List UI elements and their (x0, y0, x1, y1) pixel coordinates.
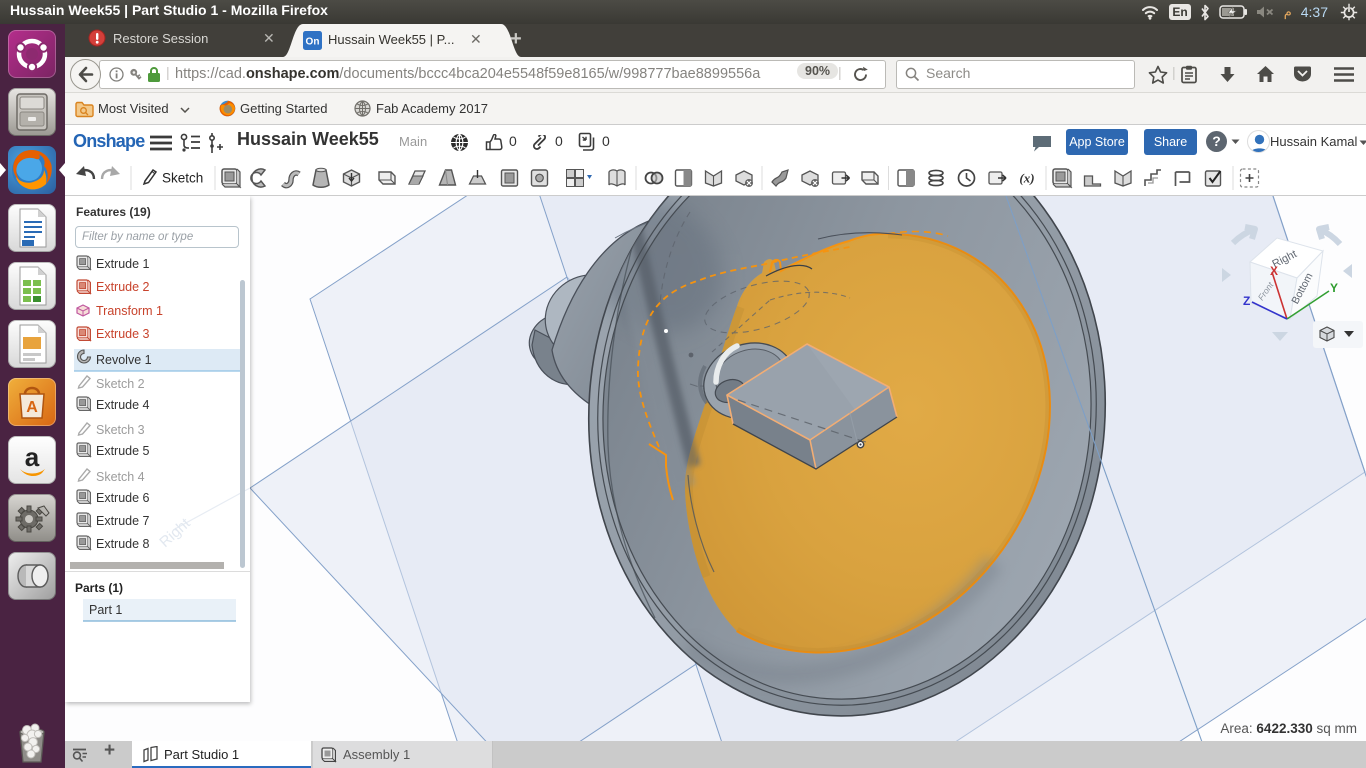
svg-text:X: X (1270, 264, 1278, 278)
svg-text:Area: 6422.330 sq mm: Area: 6422.330 sq mm (1220, 721, 1357, 736)
svg-text:a: a (25, 442, 40, 472)
svg-text:Part 1: Part 1 (89, 603, 122, 617)
svg-text:Extrude 4: Extrude 4 (96, 398, 150, 412)
svg-text:Transform 1: Transform 1 (96, 304, 163, 318)
svg-text:Right: Right (156, 514, 194, 551)
svg-text:Extrude 7: Extrude 7 (96, 514, 150, 528)
svg-text:Extrude 5: Extrude 5 (96, 444, 150, 458)
svg-text:Extrude 3: Extrude 3 (96, 327, 150, 341)
svg-text:Revolve 1: Revolve 1 (96, 353, 152, 367)
svg-text:A: A (26, 399, 38, 416)
svg-text:Z: Z (1243, 294, 1250, 308)
svg-text:On: On (306, 37, 320, 48)
svg-text:Sketch 3: Sketch 3 (96, 423, 145, 437)
svg-text:Y: Y (1330, 281, 1338, 295)
svg-text:Parts (1): Parts (1) (75, 581, 123, 595)
svg-text:Sketch 4: Sketch 4 (96, 470, 145, 484)
svg-text:Extrude 1: Extrude 1 (96, 257, 150, 271)
svg-text:Sketch 2: Sketch 2 (96, 377, 145, 391)
svg-text:Extrude 6: Extrude 6 (96, 491, 150, 505)
svg-text:Extrude 8: Extrude 8 (96, 537, 150, 551)
svg-text:Sketch: Sketch (162, 171, 203, 186)
svg-text:Extrude 2: Extrude 2 (96, 280, 150, 294)
